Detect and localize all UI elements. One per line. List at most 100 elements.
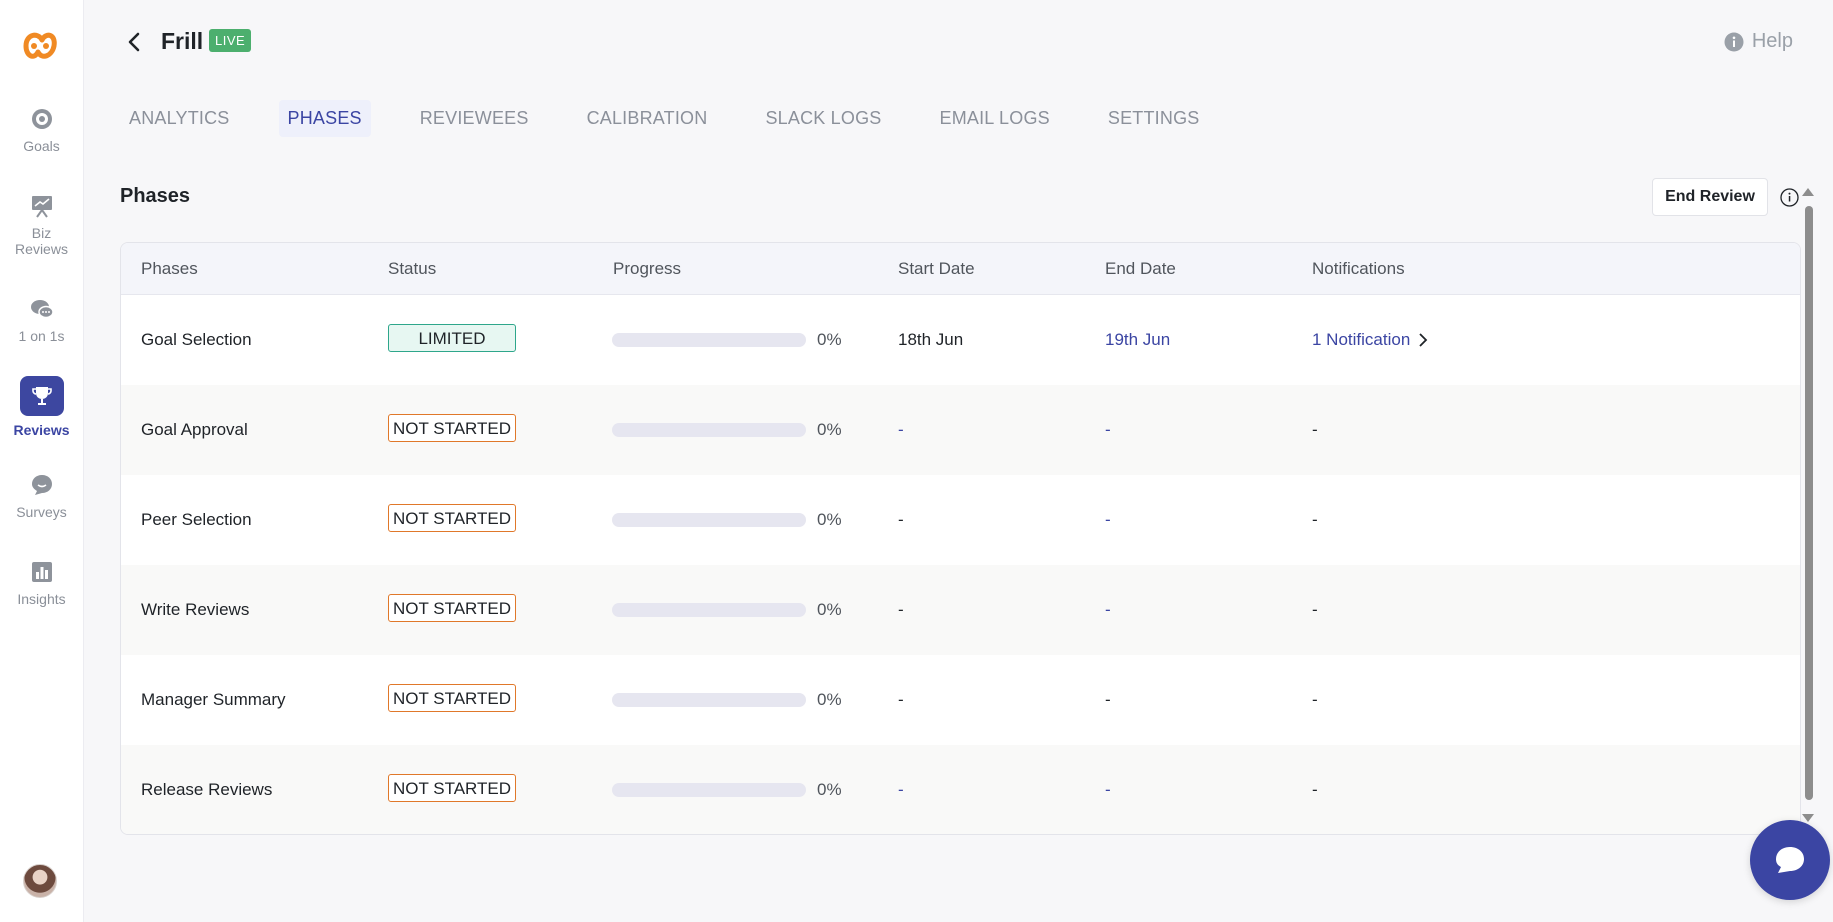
sidebar: Goals Biz Reviews 1 on 1s Reviews Survey… [0,0,84,922]
tab-bar: ANALYTICS PHASES REVIEWEES CALIBRATION S… [120,100,1248,137]
end-date: - [1105,690,1111,709]
start-date: - [898,420,904,439]
table-row: Peer Selection NOT STARTED 0% - - - [121,475,1800,565]
sidebar-item-label: Goals [23,138,60,154]
page-title: Frill [161,28,204,54]
phase-name: Write Reviews [141,600,250,619]
sidebar-item-label: Surveys [16,504,67,520]
help-label: Help [1751,30,1793,52]
table-row: Goal Selection LIMITED 0% 18th Jun 19th … [121,295,1800,385]
column-header-progress: Progress [613,259,682,278]
progress-percent: 0% [817,330,842,349]
phase-name: Goal Selection [141,330,252,349]
section-title: Phases [120,185,191,207]
end-review-button[interactable]: End Review [1652,178,1768,216]
end-date-link[interactable]: 19th Jun [1105,295,1170,385]
progress-percent: 0% [817,690,842,709]
start-date: - [898,690,904,709]
status-badge: NOT STARTED [388,504,516,532]
live-status-badge: LIVE [209,29,252,52]
sidebar-item-label: Insights [17,591,66,607]
start-date: 18th Jun [898,330,964,349]
progress-bar [612,603,806,617]
scroll-up-arrow-icon[interactable] [1801,186,1815,198]
notifications-cell: - [1312,690,1318,709]
column-header-end-date: End Date [1105,259,1176,278]
phase-name: Goal Approval [141,420,248,439]
end-date: - [1105,420,1111,439]
status-badge: LIMITED [388,324,516,352]
notifications-cell: - [1312,420,1318,439]
sidebar-item-1-on-1s[interactable]: 1 on 1s [0,296,83,344]
start-date: - [898,510,904,529]
tab-reviewees[interactable]: REVIEWEES [411,100,538,137]
sidebar-item-biz-reviews[interactable]: Biz Reviews [0,193,83,257]
progress-percent: 0% [817,600,842,619]
start-date: - [898,600,904,619]
chat-bubble-icon [1776,847,1804,873]
progress-bar [612,423,806,437]
tab-analytics[interactable]: ANALYTICS [120,100,239,137]
sidebar-item-goals[interactable]: Goals [0,106,83,154]
tab-settings[interactable]: SETTINGS [1099,100,1209,137]
progress-bar [612,333,806,347]
phase-name: Release Reviews [141,780,273,799]
trophy-icon [31,387,52,405]
chevron-right-icon [1419,333,1428,347]
table-row: Manager Summary NOT STARTED 0% - - - [121,655,1800,745]
start-date: - [898,780,904,799]
survey-bubble-icon [31,475,52,495]
phase-name: Peer Selection [141,510,252,529]
chat-launcher-button[interactable] [1750,820,1830,900]
back-arrow-icon[interactable] [124,30,144,54]
app-logo[interactable] [18,26,60,66]
sidebar-item-label: Reviews [13,422,70,438]
user-avatar[interactable] [23,864,57,898]
notifications-cell: - [1312,510,1318,529]
table-header: Phases Status Progress Start Date End Da… [121,243,1800,295]
status-badge: NOT STARTED [388,594,516,622]
chat-bubbles-icon [30,300,54,319]
bar-chart-icon [31,562,52,582]
column-header-start-date: Start Date [898,259,975,278]
help-button[interactable]: Help [1724,30,1793,53]
progress-percent: 0% [817,780,842,799]
target-icon [31,109,52,129]
notifications-link[interactable]: 1 Notification [1312,295,1428,385]
sidebar-item-label: 1 on 1s [18,328,65,344]
info-outline-icon[interactable] [1780,188,1799,207]
status-badge: NOT STARTED [388,774,516,802]
sidebar-item-reviews[interactable]: Reviews [0,376,83,438]
end-date: - [1105,780,1111,799]
column-header-status: Status [388,259,437,278]
progress-bar [612,693,806,707]
sidebar-item-insights[interactable]: Insights [0,559,83,607]
phases-table: Phases Status Progress Start Date End Da… [120,242,1801,835]
end-date: - [1105,510,1111,529]
sidebar-item-label: Biz Reviews [15,225,68,257]
table-row: Write Reviews NOT STARTED 0% - - - [121,565,1800,655]
tab-slack-logs[interactable]: SLACK LOGS [756,100,890,137]
presentation-icon [31,196,52,218]
vertical-scrollbar[interactable] [1801,186,1815,826]
table-row: Release Reviews NOT STARTED 0% - - - [121,745,1800,834]
progress-bar [612,783,806,797]
notifications-cell: - [1312,600,1318,619]
reviews-icon-container [19,376,64,416]
info-circle-icon [1724,32,1744,51]
notifications-label: 1 Notification [1312,330,1411,349]
notifications-cell: - [1312,780,1318,799]
end-date: - [1105,600,1111,619]
progress-percent: 0% [817,420,842,439]
phase-name: Manager Summary [141,690,286,709]
status-badge: NOT STARTED [388,684,516,712]
tab-email-logs[interactable]: EMAIL LOGS [931,100,1059,137]
progress-bar [612,513,806,527]
notifications-cell: 1 Notification [1312,295,1428,385]
tab-phases[interactable]: PHASES [278,100,371,137]
scroll-thumb[interactable] [1805,206,1813,800]
sidebar-item-surveys[interactable]: Surveys [0,472,83,520]
tab-calibration[interactable]: CALIBRATION [578,100,717,137]
table-row: Goal Approval NOT STARTED 0% - - - [121,385,1800,475]
status-badge: NOT STARTED [388,414,516,442]
